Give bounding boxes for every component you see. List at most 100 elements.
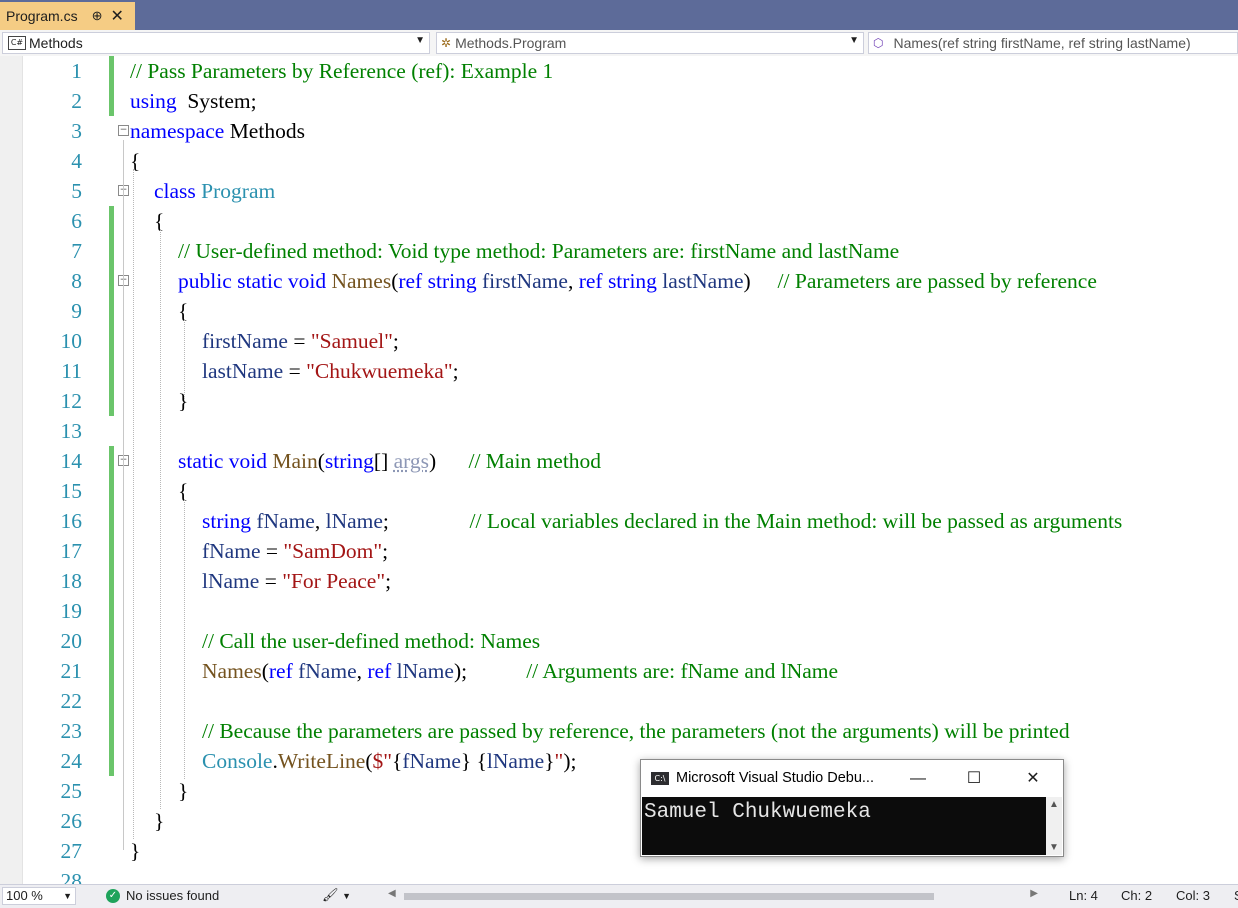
navigation-bar: C# Methods ▼ ✲ Methods.Program ▼ ⬡ Names… — [0, 30, 1238, 57]
code-token: Names — [202, 659, 262, 683]
change-marker — [109, 626, 114, 656]
line-number: 27 — [60, 839, 83, 863]
code-token: Names — [331, 269, 392, 293]
tab-program-cs[interactable]: Program.cs ⊕ ✕ — [0, 2, 135, 30]
line-number: 6 — [71, 209, 82, 233]
code-line[interactable]: 20 // Call the user-defined method: Names — [0, 626, 1238, 656]
code-token: $" — [372, 749, 393, 773]
member-dropdown[interactable]: ⬡ Names(ref string firstName, ref string… — [868, 32, 1238, 54]
code-line[interactable]: 15{ — [0, 476, 1238, 506]
type-dropdown[interactable]: ✲ Methods.Program ▼ — [436, 32, 864, 54]
collapse-icon[interactable]: − — [118, 125, 129, 136]
code-token: firstName — [202, 329, 288, 353]
code-cleanup-button[interactable]: 🖌 ▼ — [322, 887, 351, 903]
code-token: ref — [367, 659, 392, 683]
code-token: "SamDom" — [283, 539, 383, 563]
code-line[interactable]: 5− class Program — [0, 176, 1238, 206]
console-output-text: Samuel Chukwuemeka — [644, 801, 871, 824]
code-text: string fName, lName; // Local variables … — [202, 506, 1122, 536]
code-line[interactable]: 22 — [0, 686, 1238, 716]
code-token: } — [154, 809, 165, 833]
code-token: ref — [578, 269, 603, 293]
code-token: Main — [272, 449, 318, 473]
code-line[interactable]: 6{ — [0, 206, 1238, 236]
code-line[interactable]: 28 — [0, 866, 1238, 884]
code-line[interactable]: 19 — [0, 596, 1238, 626]
console-title-bar[interactable]: C:\ Microsoft Visual Studio Debu... — ☐ … — [641, 760, 1063, 797]
code-line[interactable]: 11 lastName = "Chukwuemeka"; — [0, 356, 1238, 386]
char-indicator[interactable]: Ch: 2 — [1121, 888, 1152, 903]
change-marker — [109, 716, 114, 746]
code-text: // Pass Parameters by Reference (ref): E… — [130, 56, 553, 86]
code-line[interactable]: 9{ — [0, 296, 1238, 326]
code-line[interactable]: 21 Names(ref fName, ref lName); // Argume… — [0, 656, 1238, 686]
code-text: Names(ref fName, ref lName); // Argument… — [202, 656, 838, 686]
code-text: Console.WriteLine($"{fName} {lName}"); — [202, 746, 576, 776]
close-icon[interactable]: ✕ — [110, 6, 123, 26]
chevron-down-icon: ▼ — [63, 891, 72, 901]
scroll-up-icon[interactable]: ▲ — [1049, 799, 1059, 810]
console-scrollbar[interactable]: ▲ ▼ — [1046, 797, 1062, 855]
code-token: lName — [202, 569, 260, 593]
code-line[interactable]: 10 firstName = "Samuel"; — [0, 326, 1238, 356]
scroll-left-icon[interactable]: ◀ — [388, 888, 396, 899]
code-token: ref — [268, 659, 293, 683]
line-indicator[interactable]: Ln: 4 — [1069, 888, 1098, 903]
code-token: } — [178, 779, 189, 803]
line-number: 19 — [60, 599, 83, 623]
console-output-area[interactable]: Samuel Chukwuemeka — [642, 797, 1046, 855]
issues-indicator[interactable]: ✓ No issues found — [106, 888, 219, 903]
chevron-down-icon: ▼ — [415, 35, 425, 46]
tab-label: Program.cs — [6, 8, 78, 24]
code-line[interactable]: 16 string fName, lName; // Local variable… — [0, 506, 1238, 536]
code-token: ( — [365, 749, 373, 773]
code-line[interactable]: 12} — [0, 386, 1238, 416]
method-icon: ⬡ — [873, 36, 884, 50]
code-line[interactable]: 18 lName = "For Peace"; — [0, 566, 1238, 596]
code-line[interactable]: 23 // Because the parameters are passed b… — [0, 716, 1238, 746]
scroll-right-icon[interactable]: ▶ — [1030, 888, 1038, 899]
indent-guide — [184, 319, 185, 401]
code-token: // User-defined method: Void type method… — [178, 239, 900, 263]
code-line[interactable]: 7 // User-defined method: Void type metho… — [0, 236, 1238, 266]
code-line[interactable]: 2 using System; — [0, 86, 1238, 116]
line-number: 28 — [60, 869, 83, 884]
code-token: ; — [385, 569, 392, 593]
code-line[interactable]: 8− public static void Names(ref string fi… — [0, 266, 1238, 296]
column-indicator[interactable]: Col: 3 — [1176, 888, 1210, 903]
code-line[interactable]: 3 − namespace Methods — [0, 116, 1238, 146]
code-line[interactable]: 13 — [0, 416, 1238, 446]
maximize-icon[interactable]: ☐ — [951, 766, 997, 792]
code-token: ; — [392, 329, 399, 353]
project-dropdown[interactable]: C# Methods ▼ — [2, 32, 430, 54]
code-token: ; — [382, 539, 389, 563]
code-token: string — [427, 269, 477, 293]
close-icon[interactable]: ✕ — [1010, 766, 1056, 792]
code-token: Console — [202, 749, 273, 773]
code-token: , — [567, 269, 579, 293]
code-line[interactable]: 14− static void Main(string[] args) // Ma… — [0, 446, 1238, 476]
horizontal-scrollbar[interactable]: ◀ ▶ — [388, 888, 1038, 904]
line-number: 23 — [60, 719, 83, 743]
code-text: using System; — [130, 86, 257, 116]
code-token: using — [130, 89, 177, 113]
change-marker — [109, 356, 114, 386]
minimize-icon[interactable]: — — [895, 766, 941, 792]
code-token: } — [460, 749, 472, 773]
line-number: 4 — [71, 149, 82, 173]
spaces-indicator[interactable]: S — [1234, 888, 1238, 903]
code-line[interactable]: 17 fName = "SamDom"; — [0, 536, 1238, 566]
pin-icon[interactable]: ⊕ — [92, 8, 103, 24]
debug-console-window[interactable]: C:\ Microsoft Visual Studio Debu... — ☐ … — [640, 759, 1064, 857]
zoom-dropdown[interactable]: 100 % ▼ — [2, 887, 76, 905]
scroll-thumb[interactable] — [404, 893, 934, 900]
code-line[interactable]: 4{ — [0, 146, 1238, 176]
code-token: firstName — [481, 269, 568, 293]
code-line[interactable]: 1 // Pass Parameters by Reference (ref): … — [0, 56, 1238, 86]
line-number: 12 — [60, 389, 83, 413]
change-marker — [109, 686, 114, 716]
change-marker — [109, 206, 114, 236]
change-marker — [109, 656, 114, 686]
scroll-down-icon[interactable]: ▼ — [1049, 842, 1059, 853]
code-text: firstName = "Samuel"; — [202, 326, 399, 356]
